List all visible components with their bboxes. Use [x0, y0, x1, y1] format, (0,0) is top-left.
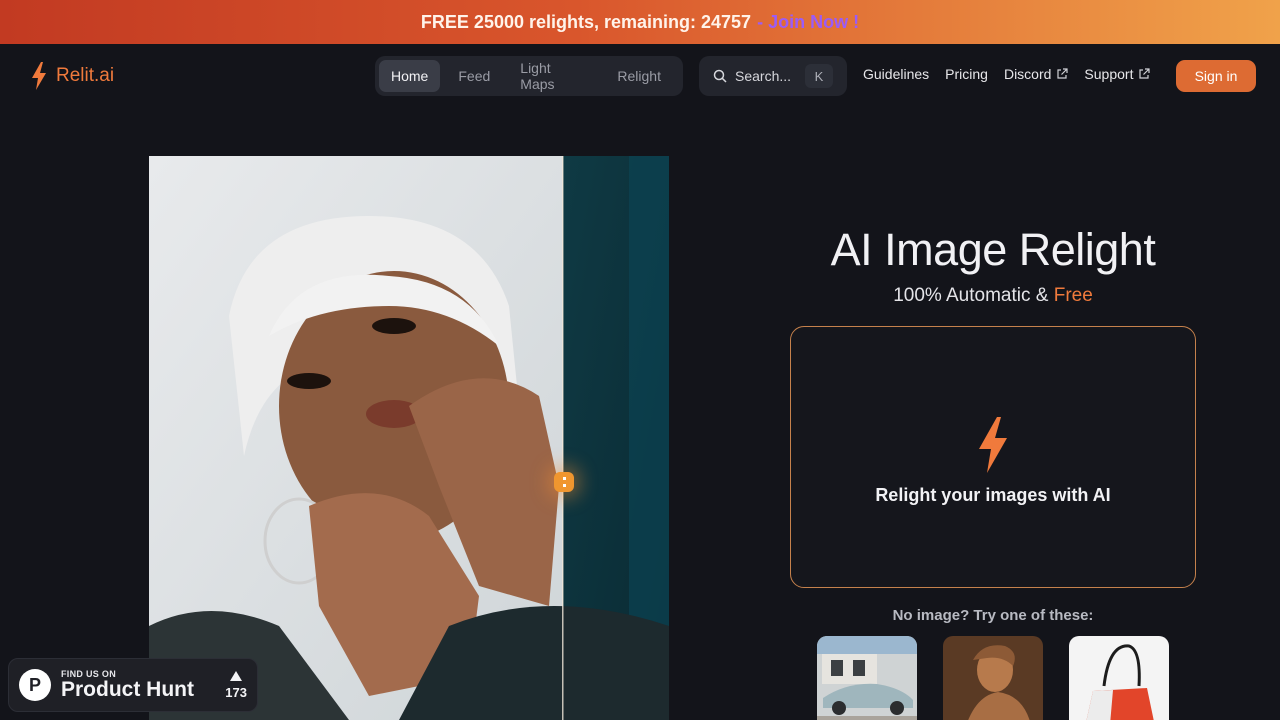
samples-label: No image? Try one of these: — [892, 607, 1094, 624]
pricing-label: Pricing — [945, 66, 988, 82]
sample-car[interactable] — [817, 636, 917, 720]
external-link-icon — [1139, 68, 1151, 79]
search-shortcut: K — [805, 64, 833, 88]
hero-title: AI Image Relight — [830, 224, 1156, 275]
lightning-icon — [32, 62, 46, 90]
ph-vote-count: 173 — [225, 684, 247, 700]
ph-big-text: Product Hunt — [61, 678, 194, 701]
comparison-slider-handle[interactable] — [554, 472, 574, 492]
product-hunt-badge[interactable]: P FIND US ON Product Hunt 173 — [8, 658, 258, 712]
lightning-icon — [979, 416, 1007, 473]
external-link-icon — [1057, 68, 1069, 79]
tab-relight[interactable]: Relight — [605, 60, 673, 92]
sample-statue[interactable] — [943, 636, 1043, 720]
promo-banner: FREE 25000 relights, remaining: 24757 - … — [0, 0, 1280, 44]
car-image — [817, 636, 917, 720]
portrait-image — [149, 156, 669, 720]
logo[interactable]: Relit.ai — [30, 62, 114, 90]
subtitle-free: Free — [1053, 285, 1093, 306]
discord-label: Discord — [1003, 66, 1052, 82]
guidelines-link[interactable]: Guidelines — [863, 66, 929, 82]
subtitle-text: 100% Automatic & — [893, 285, 1049, 306]
handbag-image — [1069, 636, 1169, 720]
search-button[interactable]: Search... K — [699, 56, 847, 96]
support-label: Support — [1084, 66, 1134, 82]
tab-light-maps[interactable]: Light Maps — [508, 60, 599, 92]
discord-link[interactable]: Discord — [1003, 66, 1069, 82]
sign-in-button[interactable]: Sign in — [1176, 60, 1256, 92]
nav-tabs: Home Feed Light Maps Relight — [375, 56, 683, 96]
hero-subtitle: 100% Automatic & Free — [790, 285, 1196, 307]
banner-text: FREE 25000 relights, remaining: 24757 — [420, 11, 752, 32]
image-upload-dropzone[interactable]: Relight your images with AI — [790, 326, 1196, 588]
sample-handbag[interactable] — [1069, 636, 1169, 720]
pricing-link[interactable]: Pricing — [945, 66, 988, 82]
upvote-icon — [230, 670, 243, 681]
statue-image — [943, 636, 1043, 720]
logo-text: Relit.ai — [56, 65, 115, 86]
support-link[interactable]: Support — [1084, 66, 1151, 82]
ph-votes: 173 — [225, 670, 247, 700]
guidelines-label: Guidelines — [863, 66, 930, 82]
dropzone-text: Relight your images with AI — [875, 484, 1111, 505]
product-hunt-icon: P — [19, 669, 51, 701]
header-links: Guidelines Pricing Discord Support — [863, 66, 1151, 82]
before-after-comparison[interactable] — [149, 156, 669, 720]
search-icon — [713, 69, 727, 83]
join-now-link[interactable]: - Join Now ! — [757, 12, 859, 33]
tab-feed[interactable]: Feed — [446, 60, 502, 92]
tab-home[interactable]: Home — [379, 60, 441, 92]
sample-images — [817, 636, 1169, 720]
search-placeholder: Search... — [735, 68, 792, 84]
